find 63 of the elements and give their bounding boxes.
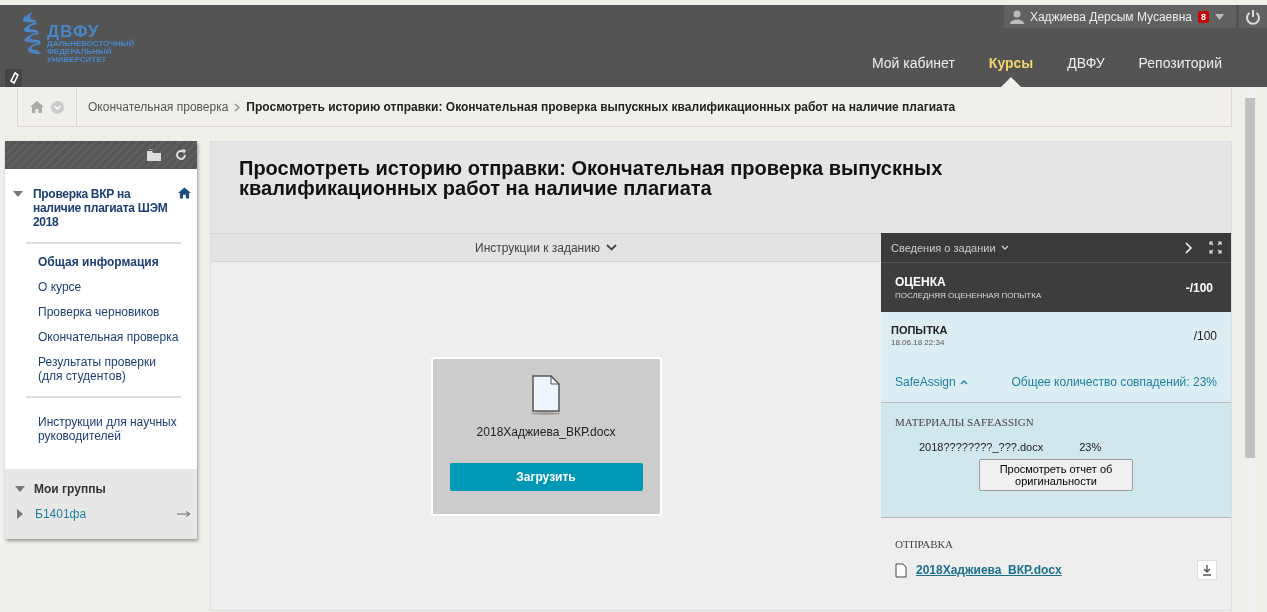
groups-title: Мои группы: [34, 482, 106, 496]
nav-tab[interactable]: ДВФУ: [1050, 55, 1122, 87]
nav-tab[interactable]: Мой кабинет: [855, 55, 972, 87]
grade-subtitle: ПОСЛЕДНЯЯ ОЦЕНЕННАЯ ПОПЫТКА: [895, 291, 1042, 300]
section-heading: МАТЕРИАЛЫ SAFEASSIGN: [895, 416, 1035, 428]
safeassign-toggle[interactable]: SafeAssign: [891, 375, 968, 389]
file-link[interactable]: 2018Хаджиева_ВКР.docx: [916, 563, 1188, 577]
match-total: Общее количество совпадений: 23%: [1011, 375, 1217, 389]
section-heading: ОТПРАВКА: [895, 538, 953, 550]
logo-name: ДВФУ: [47, 24, 100, 40]
menu-item[interactable]: О курсе: [26, 280, 181, 294]
grade-title: ОЦЕНКА: [895, 275, 947, 289]
menu-item[interactable]: Инструкции для научных руководителей: [26, 415, 181, 443]
notification-badge: 8: [1198, 10, 1209, 23]
report-button[interactable]: Просмотреть отчет об оригинальности: [979, 459, 1133, 491]
menu-item[interactable]: Общая информация: [26, 255, 181, 269]
power-icon: [1245, 8, 1261, 25]
course-title[interactable]: Проверка ВКР на наличие плагиата ШЭМ 2018: [33, 187, 168, 229]
home-icon[interactable]: [178, 187, 191, 199]
caret-icon: [1215, 13, 1224, 20]
arrow-right-icon[interactable]: [177, 511, 191, 517]
attempt-date: 18.06.18 22:34: [891, 338, 946, 347]
download-icon-button[interactable]: [1197, 560, 1217, 580]
caret-icon[interactable]: [13, 191, 23, 197]
attempt-title: ПОПЫТКА: [891, 324, 948, 336]
chevron-icon: [959, 379, 968, 385]
attempt-score: /100: [1193, 328, 1217, 343]
user-menu[interactable]: Хаджиева Дерсым Мусаевна 8: [1003, 5, 1236, 28]
menu-item[interactable]: Проверка черновиков: [26, 305, 181, 319]
grade-value: -/100: [1185, 280, 1213, 295]
chevron-down-icon: [1000, 245, 1009, 250]
logout-button[interactable]: [1239, 5, 1267, 28]
instructions-toggle[interactable]: Инструкции к заданию: [469, 239, 623, 256]
nav-tab[interactable]: Репозиторий: [1121, 55, 1239, 87]
document-icon: [529, 374, 563, 415]
expand-icon[interactable]: [1209, 241, 1222, 254]
chevron-right-icon: [234, 102, 241, 112]
logo-subtitle: ФЕДЕРАЛЬНЫЙ: [47, 48, 112, 56]
caret-icon[interactable]: [17, 509, 23, 519]
breadcrumb-link[interactable]: Окончательная проверка: [88, 100, 229, 114]
refresh-icon[interactable]: [175, 149, 187, 161]
logo-subtitle: УНИВЕРСИТЕТ: [47, 56, 107, 64]
download-icon: [1202, 564, 1212, 576]
chevron-right-icon[interactable]: [1185, 241, 1193, 254]
folder-icon[interactable]: [147, 149, 161, 161]
document-icon: [895, 562, 907, 578]
scrollbar[interactable]: [1245, 88, 1255, 612]
group-link[interactable]: Б1401фа: [35, 507, 165, 521]
chevron-down-icon: [605, 244, 617, 251]
file-name: 2018Хаджиева_ВКР.docx: [476, 424, 616, 439]
menu-item[interactable]: Результаты проверки (для студентов): [26, 355, 181, 383]
logo-subtitle: ДАЛЬНЕВОСТОЧНЫЙ: [47, 40, 135, 48]
page-title: Просмотреть историю отправки: Окончательная проверка выпускных квалификационных работ на наличие плагиата: [239, 158, 944, 198]
link-button[interactable]: [5, 69, 22, 87]
caret-icon[interactable]: [15, 486, 25, 492]
user-name: Хаджиева Дерсым Мусаевна: [1029, 9, 1192, 24]
details-toggle[interactable]: Сведения о задании: [891, 241, 1009, 254]
breadcrumb-current: Просмотреть историю отправки: Окончательная проверка выпускных квалификационных работ на наличие плагиата: [246, 100, 956, 114]
menu-item[interactable]: Окончательная проверка: [26, 330, 181, 344]
nav-tab[interactable]: Курсы: [971, 55, 1051, 87]
match-percent: 23%: [1079, 441, 1102, 453]
safeassign-file: 2018????????_???.docx: [919, 441, 1044, 453]
user-icon: [1009, 9, 1024, 24]
